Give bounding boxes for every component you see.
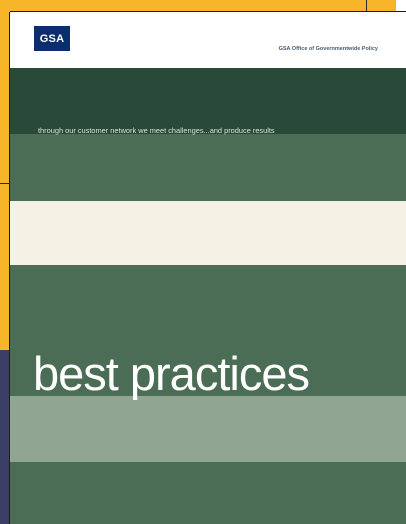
- sage-band: [10, 396, 406, 462]
- green-band-1: [10, 134, 406, 201]
- gsa-logo: GSA: [34, 26, 70, 51]
- dark-green-band: [10, 68, 406, 134]
- cream-band: [10, 201, 406, 265]
- office-name: GSA Office of Governmentwide Policy: [278, 46, 378, 52]
- tagline: through our customer network we meet cha…: [38, 126, 275, 135]
- green-band-3: [10, 462, 406, 524]
- cover-title: best practices: [33, 347, 310, 400]
- document-cover: GSA GSA Office of Governmentwide Policy …: [10, 12, 406, 524]
